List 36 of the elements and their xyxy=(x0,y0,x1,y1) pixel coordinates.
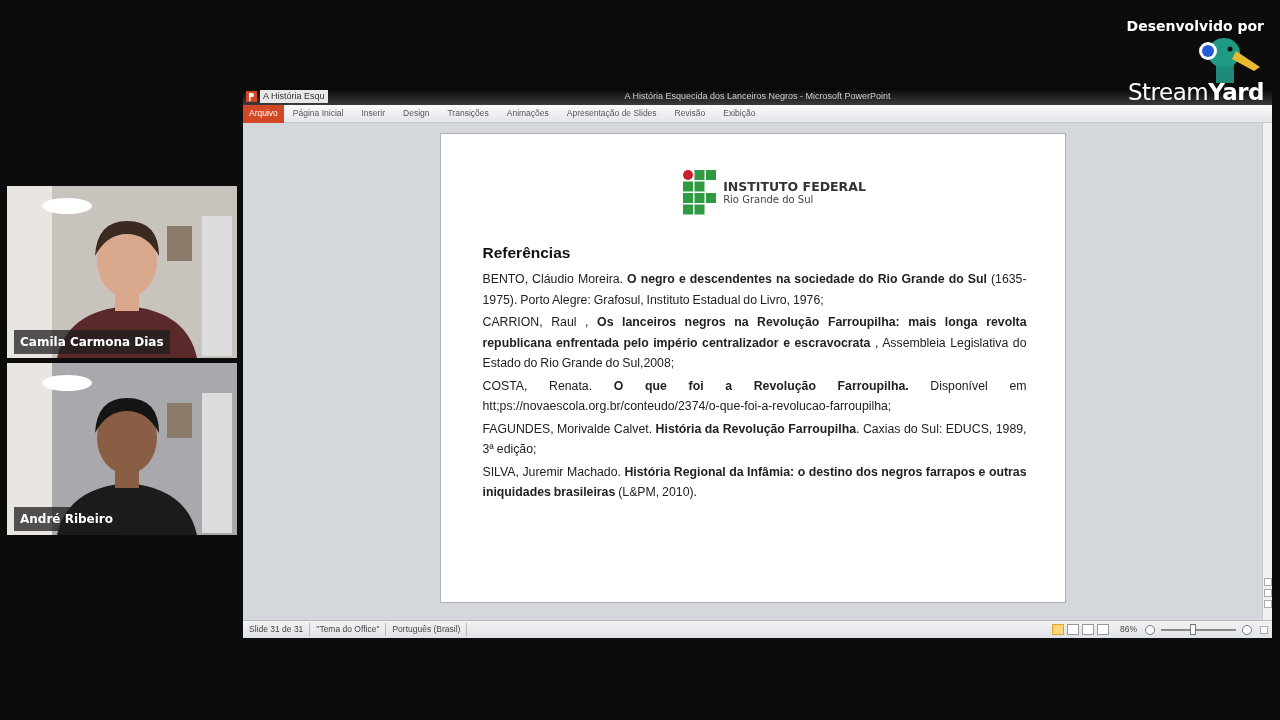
reference-text: FAGUNDES, Morivalde Calvet. História da Revolução Farroupilha. Caxias do Sul: EDUCS, 1989, 3ª edição; xyxy=(482,420,1027,459)
reference-text: BENTO, Cláudio Moreira. O negro e descendentes na sociedade do Rio Grande do Sul (1635-1975). Porto Alegre: Grafosul, Instituto Estadual do Livro, 1976; xyxy=(482,271,1027,309)
reference-text: CARRION, Raul , Os lanceiros negros na Revolução Farroupilha: mais longa revolta republicana enfrentada pelo império centralizador e escravocrata , Assembleia Legislativa do Estado do Rio Grande do Sul,2008; xyxy=(482,314,1027,373)
ribbon-tab[interactable]: Design xyxy=(394,105,439,122)
ribbon-tab[interactable]: Exibição xyxy=(714,105,765,122)
language-label[interactable]: Português (Brasil) xyxy=(386,623,468,636)
document-tab[interactable]: A História Esqu xyxy=(260,90,328,103)
logo-text: StreamYard xyxy=(1127,81,1264,104)
zoom-out-button[interactable] xyxy=(1145,624,1155,635)
zoom-in-button[interactable] xyxy=(1242,624,1252,635)
zoom-level[interactable]: 86% xyxy=(1120,623,1137,636)
ribbon-tab[interactable]: Página Inicial xyxy=(283,105,353,122)
theme-name[interactable]: "Tema do Office" xyxy=(310,623,387,636)
caption-text: Desenvolvido por xyxy=(1126,17,1264,36)
app-icon xyxy=(246,91,257,102)
slide-counter: Slide 31 de 31 xyxy=(243,623,311,636)
reference-text: SILVA, Juremir Machado. História Regional da Infâmia: o destino dos negros farrapos e outras iniquidades brasileiras (L&PM, 2010). xyxy=(482,463,1027,502)
view-button[interactable] xyxy=(1082,624,1094,635)
ribbon-tab[interactable]: Apresentação de Slides xyxy=(557,105,666,122)
slide-heading: Referências xyxy=(482,243,572,263)
organization-name: INSTITUTO FEDERAL xyxy=(723,180,866,194)
institute-logo-icon xyxy=(683,170,718,215)
reference-text: COSTA, Renata. O que foi a Revolução Farroupilha. Disponível em htt;ps://novaescola.org.br/conteudo/2374/o-que-foi-a-revolucao-farroupilha; xyxy=(482,377,1027,416)
fit-slide-button[interactable] xyxy=(1260,625,1268,634)
view-button[interactable] xyxy=(1097,624,1109,635)
ribbon-tab[interactable]: Revisão xyxy=(665,105,715,122)
view-button[interactable] xyxy=(1052,624,1064,635)
participant-name: Camila Carmona Dias xyxy=(14,330,170,354)
ribbon-tab[interactable]: Transições xyxy=(438,105,498,122)
ribbon-tab[interactable]: Inserir xyxy=(352,105,394,122)
organization-subtitle: Rio Grande do Sul xyxy=(723,193,815,205)
ribbon-tab[interactable]: Animações xyxy=(497,105,558,122)
window-title: A História Esquecida dos Lanceiros Negros - Microsoft PowerPoint xyxy=(624,89,891,103)
slider-thumb[interactable] xyxy=(1189,623,1196,635)
view-button[interactable] xyxy=(1067,624,1079,635)
file-tab[interactable]: Arquivo xyxy=(243,104,284,123)
